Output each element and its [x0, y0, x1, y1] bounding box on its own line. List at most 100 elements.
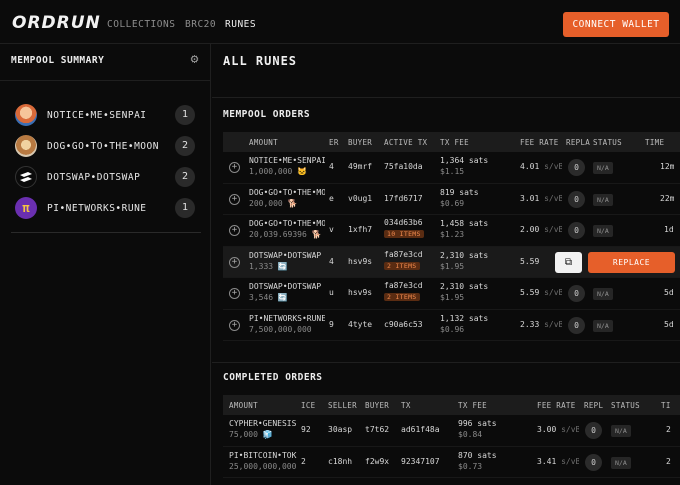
order-time: 22m	[660, 193, 675, 203]
buyer-address[interactable]: 1xfh7	[348, 225, 372, 234]
copy-icon[interactable]: ⧉	[555, 251, 582, 273]
rune-amount: 25,000,000,000	[229, 461, 297, 471]
fee-rate-value: 4.01	[520, 162, 540, 171]
col-seller[interactable]: ER	[329, 138, 339, 147]
col-status[interactable]: STATUS	[611, 401, 640, 410]
sidebar-item-notice-me-senpai[interactable]: NOTICE•ME•SENPAI 1	[11, 102, 201, 133]
buyer-address[interactable]: 4tyte	[348, 320, 372, 329]
fee-rate-value: 5.59	[520, 256, 540, 266]
status-badge: N/A	[593, 162, 613, 174]
col-amount[interactable]: AMOUNT	[249, 138, 278, 147]
buyer-address[interactable]: hsv9s	[348, 257, 372, 266]
col-buyer[interactable]: BUYER	[348, 138, 372, 147]
col-time[interactable]: TIME	[645, 138, 664, 147]
tx-fee-sats: 2,310 sats	[440, 250, 489, 260]
seller-address[interactable]: v	[329, 225, 334, 234]
rune-amount: 20,039.69396 🐕	[249, 230, 322, 239]
tx-fee-sats: 819 sats	[440, 187, 479, 197]
col-seller[interactable]: SELLER	[328, 401, 357, 410]
buyer-address[interactable]: hsv9s	[348, 288, 372, 297]
table-row-selected[interactable]: + DOTSWAP•DOTSWAP 1,333 🔄 4 hsv9s fa87e3…	[223, 246, 680, 278]
seller-address[interactable]: 4	[329, 257, 334, 266]
fee-rate-unit: s/vB	[544, 193, 562, 203]
logo[interactable]: ORDRUN	[12, 13, 101, 33]
fee-rate-unit: s/vB	[544, 288, 562, 297]
active-tx-link[interactable]: fa87e3cd	[384, 281, 423, 290]
tx-fee-sats: 996 sats	[458, 419, 497, 428]
seller-address[interactable]: 9	[329, 320, 334, 329]
tx-link[interactable]: ad61f48a	[401, 425, 440, 434]
seller-address[interactable]: u	[329, 288, 334, 297]
col-fee-rate[interactable]: FEE RATE	[520, 138, 559, 147]
add-icon[interactable]: +	[229, 288, 240, 299]
tx-fee-usd: $1.15	[440, 167, 465, 176]
rune-name: DOTSWAP•DOTSWAP	[47, 172, 141, 183]
completed-orders-table: AMOUNT ICE SELLER BUYER TX TX FEE FEE RA…	[223, 395, 680, 478]
table-row[interactable]: + PI•NETWORKS•RUNE 7,500,000,000 9 4tyte…	[223, 310, 680, 341]
nav-collections[interactable]: COLLECTIONS	[107, 19, 175, 30]
connect-wallet-button[interactable]: CONNECT WALLET	[563, 12, 669, 37]
rune-amount: 7,500,000,000	[249, 324, 312, 334]
col-status[interactable]: STATUS	[593, 138, 622, 147]
table-row[interactable]: + DOG•GO•TO•THE•MOON 200,000 🐕 e v0ug1 1…	[223, 184, 680, 215]
table-row[interactable]: + DOG•GO•TO•THE•MOON 20,039.69396 🐕 v 1x…	[223, 215, 680, 247]
col-tx-fee[interactable]: TX FEE	[458, 401, 487, 410]
buyer-address[interactable]: v0ug1	[348, 194, 372, 203]
tx-fee-sats: 1,458 sats	[440, 219, 489, 228]
col-fee-rate[interactable]: FEE RATE	[537, 401, 576, 410]
add-icon[interactable]: +	[229, 193, 240, 205]
rune-name: PI•NETWORKS•RUNE	[47, 203, 147, 214]
replace-button[interactable]: REPLACE	[588, 251, 675, 273]
rune-avatar	[15, 135, 37, 157]
replace-count: 0	[568, 316, 585, 334]
buyer-address[interactable]: t7t62	[365, 425, 389, 434]
seller-address[interactable]: e	[329, 194, 334, 203]
page-title: ALL RUNES	[223, 54, 298, 68]
order-time: 1d	[664, 225, 674, 234]
add-icon[interactable]: +	[229, 162, 240, 173]
col-time[interactable]: TI	[661, 401, 671, 410]
table-row[interactable]: CYPHER•GENESIS 75,000 🧊 92 30asp t7t62 a…	[223, 415, 680, 447]
active-tx-link[interactable]: fa87e3cd	[384, 250, 423, 259]
col-price[interactable]: ICE	[301, 401, 315, 410]
table-row[interactable]: + DOTSWAP•DOTSWAP 3,546 🔄 u hsv9s fa87e3…	[223, 278, 680, 310]
col-amount[interactable]: AMOUNT	[229, 401, 258, 410]
col-replace[interactable]: REPL	[584, 401, 603, 410]
nav-brc20[interactable]: BRC20	[185, 19, 216, 30]
gear-icon[interactable]: ⚙	[188, 53, 201, 66]
sidebar-item-pi-networks-rune[interactable]: π PI•NETWORKS•RUNE 1	[11, 195, 201, 226]
tx-link[interactable]: 92347107	[401, 457, 440, 466]
fee-rate-unit: s/vB	[561, 456, 579, 466]
tx-fee-sats: 1,132 sats	[440, 313, 489, 323]
add-icon[interactable]: +	[229, 225, 240, 236]
divider	[212, 362, 680, 363]
col-tx-fee[interactable]: TX FEE	[440, 138, 469, 147]
table-row[interactable]: + NOTICE•ME•SENPAI 1,000,000 🐱 4 49mrf 7…	[223, 152, 680, 184]
col-tx[interactable]: TX	[401, 401, 411, 410]
add-icon[interactable]: +	[229, 319, 240, 331]
status-badge: N/A	[611, 425, 631, 437]
sidebar-item-dog-go-to-the-moon[interactable]: DOG•GO•TO•THE•MOON 2	[11, 133, 201, 164]
nav-runes[interactable]: RUNES	[225, 19, 256, 30]
active-tx-link[interactable]: 034d63b6	[384, 218, 423, 227]
seller-address[interactable]: c18nh	[328, 457, 352, 466]
rune-name: NOTICE•ME•SENPAI	[47, 110, 147, 121]
fee-rate: 2.33 s/vB	[520, 320, 562, 329]
add-icon[interactable]: +	[229, 256, 240, 268]
replace-count: 0	[568, 159, 585, 176]
items-badge-wrap: 2 ITEMS	[384, 261, 420, 270]
active-tx-link[interactable]: c90a6c53	[384, 320, 423, 329]
order-time: 5d	[664, 288, 674, 297]
active-tx-link[interactable]: 75fa10da	[384, 162, 423, 171]
col-buyer[interactable]: BUYER	[365, 401, 389, 410]
col-active-tx[interactable]: ACTIVE TX	[384, 138, 427, 147]
seller-address[interactable]: 4	[329, 162, 334, 171]
sidebar-item-dotswap-dotswap[interactable]: DOTSWAP•DOTSWAP 2	[11, 164, 201, 195]
buyer-address[interactable]: 49mrf	[348, 162, 372, 171]
active-tx-link[interactable]: 17fd6717	[384, 194, 423, 203]
buyer-address[interactable]: f2w9x	[365, 457, 389, 466]
col-replace[interactable]: REPLA	[566, 138, 590, 147]
table-row[interactable]: PI•BITCOIN•TOKEN 25,000,000,000 2 c18nh …	[223, 447, 680, 478]
seller-address[interactable]: 30asp	[328, 425, 352, 434]
order-count-badge: 2	[175, 136, 195, 156]
